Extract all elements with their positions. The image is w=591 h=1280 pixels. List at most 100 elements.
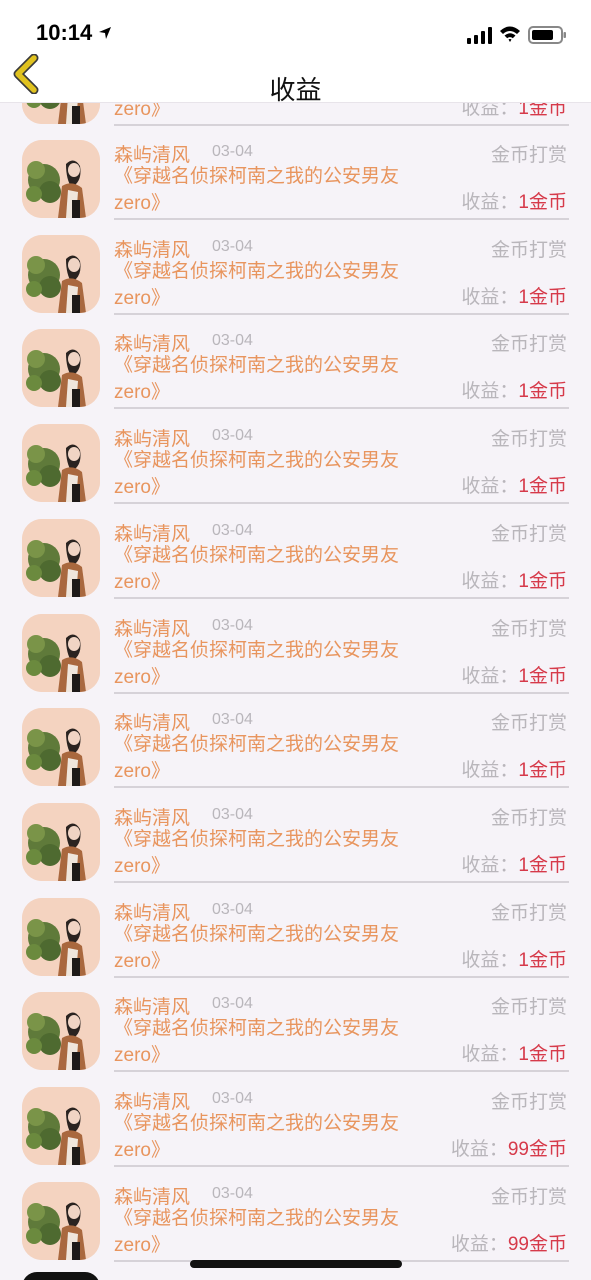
- earning-amount: 收益：99金币: [451, 1229, 567, 1256]
- avatar-illustration: [22, 897, 100, 976]
- date: 03-04: [212, 427, 253, 445]
- avatar-illustration: [22, 424, 100, 503]
- earning-value: 1金币: [518, 1044, 567, 1066]
- earning-amount: 收益：1金币: [461, 187, 567, 214]
- earning-value: 99金币: [507, 1139, 567, 1160]
- divider: [114, 502, 569, 505]
- user-name: 森屿清风: [114, 618, 191, 640]
- avatar-illustration: [22, 329, 100, 408]
- earning-label: 收益：: [461, 949, 519, 971]
- avatar-illustration: [22, 992, 100, 1071]
- earning-label: 收益：: [461, 192, 519, 213]
- date: 03-04: [212, 995, 253, 1013]
- reward-type: 金币打赏: [490, 334, 567, 356]
- avatar-illustration: [22, 802, 100, 881]
- reward-type: 金币打赏: [490, 145, 567, 166]
- list-item[interactable]: 森屿清风 03-04 金币打赏 《穿越名侦探柯南之我的公安男友 zero》 收益：1金币: [0, 513, 591, 607]
- earning-value: 1金币: [518, 665, 567, 687]
- list-item[interactable]: 森屿清风 03-04 金币打赏 《穿越名侦探柯南之我的公安男友 zero》 收益：99金币: [0, 1081, 591, 1175]
- avatar: [22, 329, 100, 408]
- avatar: [22, 424, 100, 503]
- user-name: 森屿清风: [114, 523, 191, 545]
- divider: [114, 407, 569, 410]
- divider: [114, 312, 569, 315]
- date: 03-04: [212, 521, 253, 539]
- avatar: [22, 992, 100, 1071]
- earning-amount: 收益：1金币: [461, 755, 567, 782]
- home-indicator[interactable]: [190, 1260, 402, 1268]
- earning-value: 1金币: [518, 760, 567, 782]
- earning-value: 1金币: [518, 286, 567, 308]
- earning-amount: 收益：1金币: [461, 566, 567, 593]
- book-title-line1: 《穿越名侦探柯南之我的公安男友: [114, 355, 400, 377]
- earning-label: 收益：: [461, 665, 519, 687]
- user-name: 森屿清风: [114, 713, 191, 735]
- screen: zero》 收益：1金币 森屿清风 03-04 金币打赏 《穿越名侦探柯南之我的公安男…: [0, 0, 591, 1280]
- divider: [114, 218, 569, 220]
- book-title-line1: 《穿越名侦探柯南之我的公安男友: [114, 734, 400, 756]
- user-name: 森屿清风: [114, 334, 191, 356]
- cellular-signal-icon: [467, 27, 492, 44]
- list-item[interactable]: 森屿清风 03-04 金币打赏 《穿越名侦探柯南之我的公安男友 zero》 收益：1金币: [0, 418, 591, 512]
- book-title-line1: 《穿越名侦探柯南之我的公安男友: [114, 828, 400, 850]
- list-item[interactable]: 森屿清风 03-04 金币打赏 《穿越名侦探柯南之我的公安男友 zero》 收益：1金币: [0, 229, 591, 323]
- date: 03-04: [212, 237, 253, 255]
- avatar-illustration: [22, 708, 100, 787]
- list-item[interactable]: 森屿清风 03-04 金币打赏 《穿越名侦探柯南之我的公安男友 zero》 收益：1金币: [0, 702, 591, 796]
- earning-label: 收益：: [461, 570, 519, 592]
- user-name: 森屿清风: [114, 902, 191, 924]
- book-title-line1: 《穿越名侦探柯南之我的公安男友: [114, 1207, 400, 1229]
- avatar: [22, 518, 100, 597]
- earnings-list[interactable]: zero》 收益：1金币 森屿清风 03-04 金币打赏 《穿越名侦探柯南之我的公安男…: [0, 0, 591, 1280]
- list-item[interactable]: 森屿清风 03-04 金币打赏 《穿越名侦探柯南之我的公安男友 zero》 收益：1金币: [0, 892, 591, 986]
- list-item[interactable]: 森屿清风 03-04 金币打赏 《穿越名侦探柯南之我的公安男友 zero》 收益：1金币: [0, 134, 591, 228]
- book-title-line2: zero》: [114, 193, 170, 214]
- date: 03-04: [212, 1090, 253, 1107]
- user-name: 森屿清风: [114, 1186, 191, 1208]
- user-name: 森屿清风: [114, 997, 191, 1019]
- book-title-line2: zero》: [114, 855, 170, 877]
- earning-amount: 收益：1金币: [461, 1039, 567, 1066]
- reward-type: 金币打赏: [490, 618, 567, 640]
- book-title-line2: zero》: [114, 950, 170, 972]
- list-item[interactable]: 森屿清风 03-04 金币打赏 《穿越名侦探柯南之我的公安男友 zero》 收益：1金币: [0, 797, 591, 891]
- book-title-line1: 《穿越名侦探柯南之我的公安男友: [114, 1018, 400, 1040]
- avatar: [22, 1087, 100, 1165]
- avatar-illustration: [22, 1087, 100, 1165]
- avatar-illustration: [22, 1181, 100, 1260]
- earning-amount: 收益：1金币: [461, 471, 567, 498]
- reward-type: 金币打赏: [490, 713, 567, 735]
- list-item[interactable]: 森屿清风 03-04 金币打赏《穿越名侦探柯南之我的公安男友 zero》 收益：1金币: [0, 986, 591, 1080]
- divider: [114, 1165, 569, 1167]
- earning-amount: 收益：1金币: [461, 945, 567, 972]
- list-item[interactable]: 森屿清风 03-04 金币打赏 《穿越名侦探柯南之我的公安男友 zero》 收益：1金币: [0, 323, 591, 417]
- earning-amount: 收益：1金币: [461, 282, 567, 309]
- book-title-line1: 《穿越名侦探柯南之我的公安男友: [114, 544, 400, 566]
- divider: [114, 124, 569, 126]
- status-time: 10:14: [36, 20, 93, 45]
- divider: [114, 786, 569, 789]
- reward-type: 金币打赏: [490, 997, 567, 1019]
- book-title-line2: zero》: [114, 571, 170, 593]
- earning-value: 99金币: [507, 1233, 567, 1255]
- avatar: [22, 613, 100, 692]
- status-bar: 10:14: [0, 0, 591, 50]
- list-item[interactable]: 森屿清风 03-04 金币打赏 《穿越名侦探柯南之我的公安男友 zero》 收益：99金币: [0, 1176, 591, 1270]
- reward-type: 金币打赏: [490, 1186, 567, 1208]
- avatar-illustration: [22, 140, 100, 218]
- earning-amount: 收益：99金币: [451, 1134, 567, 1161]
- avatar: [22, 234, 100, 313]
- list-item[interactable]: 森屿清风 03-04 金币打赏 《穿越名侦探柯南之我的公安男友 zero》 收益：1金币: [0, 608, 591, 702]
- earning-label: 收益：: [450, 1233, 508, 1255]
- avatar-illustration: [22, 234, 100, 313]
- earning-value: 1金币: [518, 570, 567, 592]
- avatar: [22, 708, 100, 787]
- book-title-line2: zero》: [114, 1045, 170, 1067]
- book-title-line1: 《穿越名侦探柯南之我的公安男友: [114, 166, 400, 187]
- navigation-bar: 收益: [0, 50, 591, 105]
- location-arrow-icon: [99, 27, 111, 39]
- book-title-line1: 《穿越名侦探柯南之我的公安男友: [114, 260, 400, 282]
- avatar-illustration: [22, 518, 100, 597]
- book-title-line2: zero》: [114, 1234, 170, 1256]
- avatar: [22, 1272, 100, 1280]
